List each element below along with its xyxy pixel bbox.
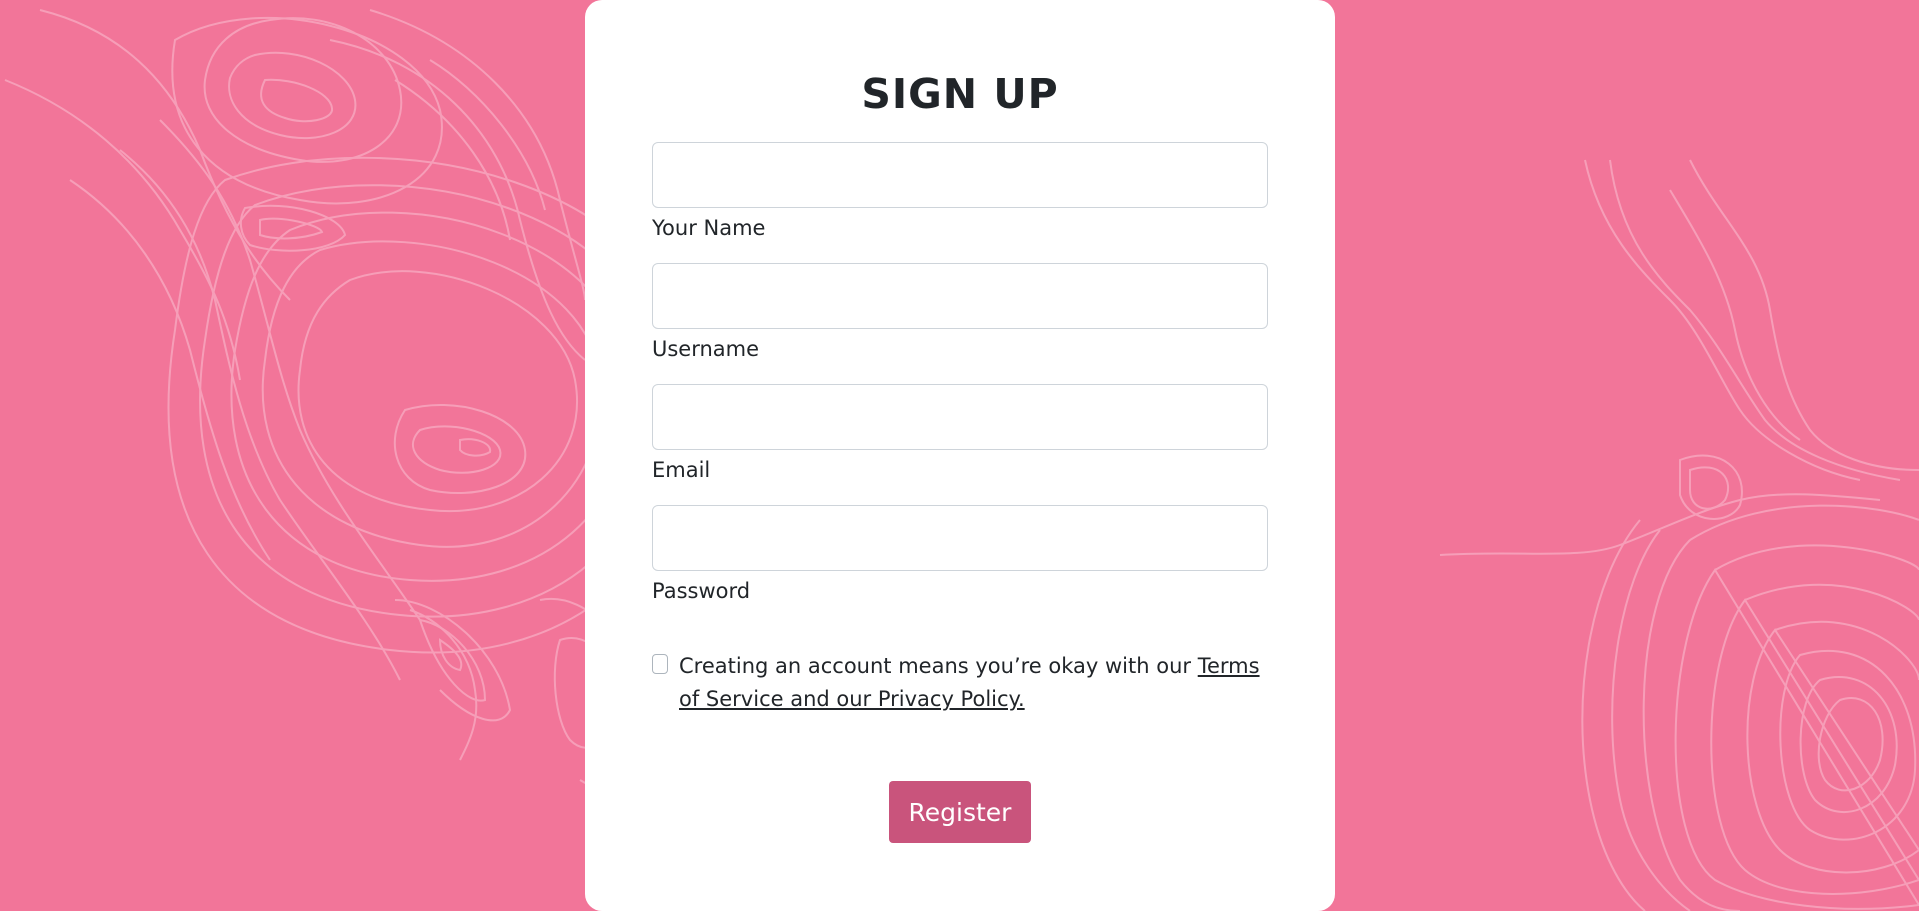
password-field-group: Password [652, 505, 1268, 605]
terms-checkbox[interactable] [652, 654, 668, 674]
signup-card: SIGN UP Your Name Username Email Passwor… [585, 0, 1335, 911]
terms-prefix: Creating an account means you’re okay wi… [679, 654, 1198, 678]
terms-text: Creating an account means you’re okay wi… [679, 650, 1269, 716]
password-input[interactable] [652, 505, 1268, 571]
username-input[interactable] [652, 263, 1268, 329]
register-button[interactable]: Register [889, 781, 1031, 843]
page-title: SIGN UP [861, 70, 1059, 118]
username-label: Username [652, 337, 760, 361]
email-label: Email [652, 458, 711, 482]
email-input[interactable] [652, 384, 1268, 450]
your-name-input[interactable] [652, 142, 1268, 208]
email-field-group: Email [652, 384, 1268, 484]
your-name-label: Your Name [652, 216, 766, 240]
password-label: Password [652, 579, 751, 603]
your-name-field-group: Your Name [652, 142, 1268, 242]
username-field-group: Username [652, 263, 1268, 363]
